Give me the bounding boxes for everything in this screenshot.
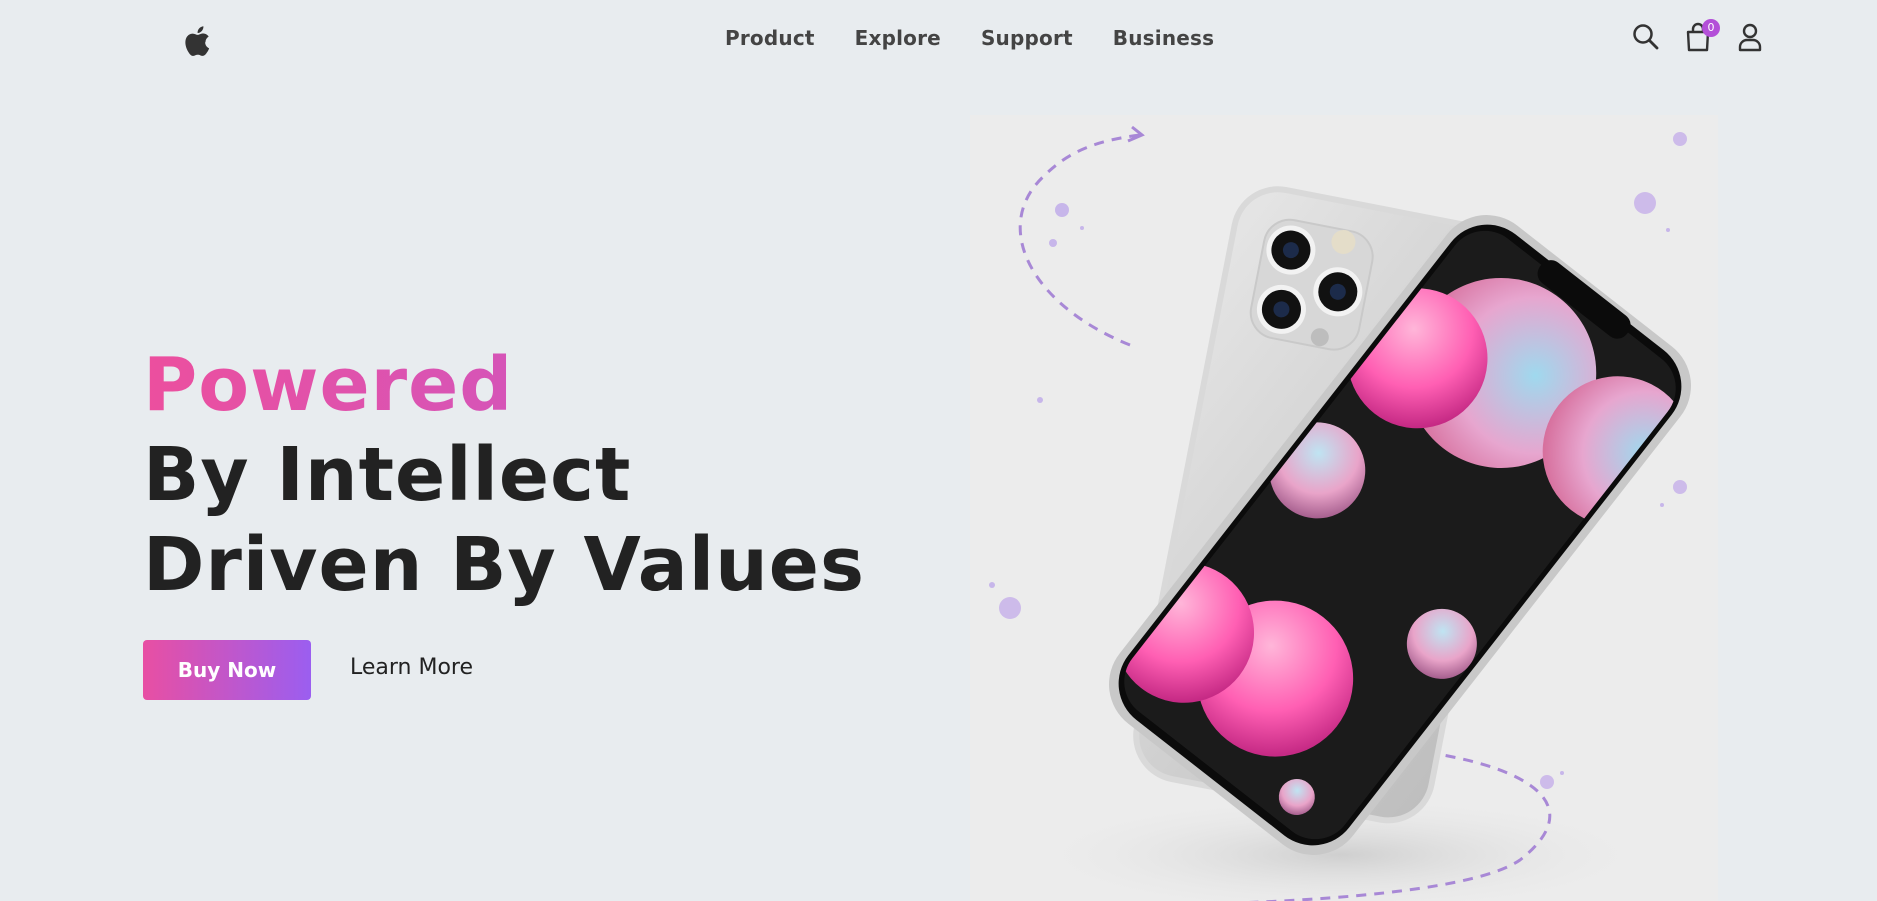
hero-headline: Powered By Intellect Driven By Values	[143, 340, 865, 610]
apple-logo-icon[interactable]	[181, 24, 211, 58]
search-icon[interactable]	[1632, 22, 1660, 52]
user-icon[interactable]	[1736, 22, 1764, 52]
buy-now-button[interactable]: Buy Now	[143, 640, 311, 700]
hero-line-values: Driven By Values	[143, 522, 865, 608]
hero-product-image	[970, 115, 1718, 901]
nav-item-explore[interactable]: Explore	[855, 26, 941, 50]
hero-line-intellect: By Intellect	[143, 432, 632, 518]
nav-item-product[interactable]: Product	[725, 26, 815, 50]
nav-item-business[interactable]: Business	[1113, 26, 1214, 50]
learn-more-link[interactable]: Learn More	[350, 655, 473, 680]
cart-count-badge: 0	[1702, 19, 1720, 37]
main-menu: Product Explore Support Business	[725, 26, 1214, 50]
nav-actions: 0	[1632, 19, 1764, 52]
shopping-bag-icon[interactable]: 0	[1684, 19, 1720, 52]
nav-item-support[interactable]: Support	[981, 26, 1073, 50]
top-nav: Product Explore Support Business 0	[0, 0, 1877, 80]
hero-line-powered: Powered	[143, 340, 865, 430]
